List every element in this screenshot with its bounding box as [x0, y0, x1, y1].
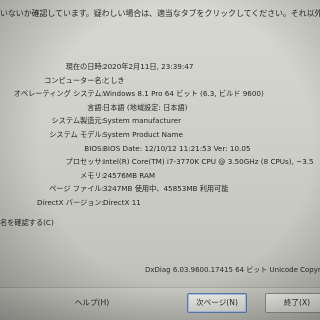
whql-check-checkbox-label[interactable]: 名を確認する(C): [0, 218, 54, 228]
info-row-page-file: ページ ファイル: 3247MB 使用中、45853MB 利用可能: [0, 182, 320, 196]
info-value: BIOS Date: 12/10/12 11:21:53 Ver: 10.05: [103, 143, 251, 153]
exit-button[interactable]: 終了(X): [265, 293, 320, 313]
info-row-datetime: 現在の日時: 2020年2月11日, 23:39:47: [0, 60, 320, 74]
info-value: 2020年2月11日, 23:39:47: [103, 62, 194, 71]
info-row-directx: DirectX バージョン: DirectX 11: [0, 196, 320, 210]
info-value: Windows 8.1 Pro 64 ビット (6.3, ビルド 9600): [103, 89, 264, 99]
info-row-model: システム モデル: System Product Name: [0, 128, 320, 142]
info-row-language: 言語: 日本語 (地域設定: 日本語): [0, 101, 320, 115]
info-value: System Product Name: [103, 129, 183, 139]
help-button[interactable]: ヘルプ(H): [60, 293, 124, 313]
info-row-memory: メモリ: 24576MB RAM: [0, 169, 320, 183]
info-row-computer-name: コンピューター名: としき: [0, 74, 320, 88]
info-label: オペレーティング システム:: [13, 89, 104, 99]
dxdiag-window: いないか確認しています。疑わしい場合は、適当なタブをクリックしてください。それ以…: [0, 0, 320, 320]
info-value: 3247MB 使用中、45853MB 利用可能: [103, 184, 229, 194]
info-label: DirectX バージョン:: [37, 197, 104, 207]
info-label: システム製造元:: [51, 116, 104, 126]
info-label: メモリ:: [80, 170, 104, 180]
info-value: System manufacturer: [103, 116, 182, 126]
info-label: コンピューター名:: [44, 75, 104, 85]
info-row-os: オペレーティング システム: Windows 8.1 Pro 64 ビット (6…: [0, 87, 320, 101]
system-info-list: 現在の日時: 2020年2月11日, 23:39:47 コンピューター名: とし…: [0, 60, 320, 210]
info-label: BIOS:: [84, 143, 104, 153]
info-row-processor: プロセッサ: Intel(R) Core(TM) i7-3770K CPU @ …: [0, 155, 320, 169]
info-label: 現在の日時:: [65, 62, 104, 71]
info-label: ページ ファイル:: [49, 184, 104, 194]
info-value: としき: [103, 75, 125, 85]
info-value: Intel(R) Core(TM) i7-3770K CPU @ 3.50GHz…: [103, 157, 314, 167]
next-page-button[interactable]: 次ページ(N): [187, 293, 247, 313]
info-value: 24576MB RAM: [103, 170, 156, 180]
info-label: システム モデル:: [49, 129, 104, 139]
info-label: プロセッサ:: [65, 157, 104, 167]
info-value: 日本語 (地域設定: 日本語): [103, 102, 188, 112]
info-label: 言語:: [87, 102, 104, 112]
info-row-manufacturer: システム製造元: System manufacturer: [0, 114, 320, 128]
instruction-text: いないか確認しています。疑わしい場合は、適当なタブをクリックしてください。それ以…: [0, 9, 320, 18]
info-row-bios: BIOS: BIOS Date: 12/10/12 11:21:53 Ver: …: [0, 142, 320, 156]
info-value: DirectX 11: [103, 197, 141, 207]
version-copyright: DxDiag 6.03.9600.17415 64 ビット Unicode Co…: [145, 266, 320, 274]
